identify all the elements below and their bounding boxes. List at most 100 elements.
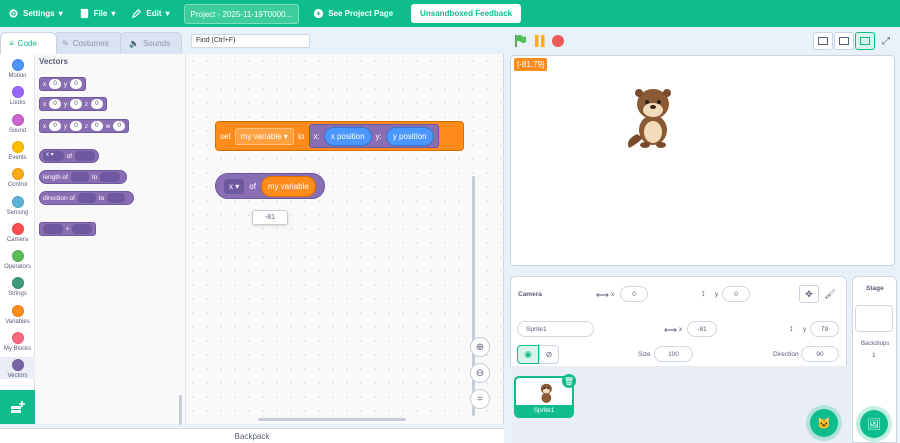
y-position-reporter[interactable]: y position (385, 126, 434, 146)
y-input[interactable]: 0 (70, 79, 82, 89)
backpack-bar[interactable]: Backpack (0, 428, 504, 443)
vertical-arrow-icon: ↕ (701, 288, 706, 298)
vector-slot[interactable] (107, 193, 126, 203)
category-sensing[interactable]: Sensing (0, 194, 35, 216)
x-input[interactable]: 0 (49, 121, 61, 131)
script-area[interactable] (186, 54, 504, 424)
category-color-dot (11, 140, 24, 153)
move-arrows-icon: ✥ (805, 288, 813, 299)
direction-input[interactable]: 90 (801, 346, 839, 362)
category-variables[interactable]: Variables (0, 303, 35, 325)
vector-slot[interactable] (100, 172, 121, 182)
hide-sprite-button[interactable]: ⊘ (539, 345, 559, 364)
pause-icon[interactable] (533, 34, 547, 48)
stop-icon[interactable] (551, 34, 565, 48)
variable-dropdown[interactable]: my variable ▾ (234, 127, 294, 145)
length-of-block[interactable]: length of to (39, 170, 127, 184)
vector2-block[interactable]: x0 y0 (39, 77, 86, 91)
camera-x-input[interactable]: 0 (620, 286, 648, 302)
y-input[interactable]: 0 (70, 99, 82, 109)
category-motion[interactable]: Motion (0, 57, 35, 79)
edit-menu[interactable]: Edit ▾ (123, 0, 177, 27)
size-input[interactable]: 100 (654, 346, 693, 362)
category-label: Camera (6, 236, 29, 243)
category-label: Vectors (7, 373, 28, 380)
x-input[interactable]: 0 (49, 99, 61, 109)
y-input[interactable]: 0 (70, 121, 82, 131)
component-dropdown[interactable]: x ▾ (224, 178, 245, 194)
sprite-name-input[interactable]: Sprite1 (517, 321, 594, 337)
fullscreen-button[interactable]: ⤢ (876, 32, 896, 50)
category-operators[interactable]: Operators (0, 248, 35, 270)
feedback-button[interactable]: Unsandboxed Feedback (411, 4, 522, 23)
large-stage-button[interactable] (855, 32, 875, 50)
category-events[interactable]: Events (0, 139, 35, 161)
green-flag-icon[interactable] (513, 34, 527, 48)
vertical-arrow-icon: ↕ (789, 323, 794, 333)
normal-stage-button[interactable] (834, 32, 854, 50)
fullscreen-icon: ⤢ (882, 35, 890, 47)
camera-move-button[interactable]: ✥ (799, 285, 819, 303)
category-looks[interactable]: Looks (0, 84, 35, 106)
script-scrollbar-horizontal[interactable] (258, 418, 406, 421)
stage-thumbnail[interactable] (855, 305, 893, 332)
vector-slot[interactable] (43, 224, 63, 234)
vector-slot[interactable] (74, 151, 95, 161)
x-position-reporter[interactable]: x position (323, 126, 372, 146)
choose-sprite-button[interactable]: 🐱 (810, 409, 838, 437)
category-color-dot (11, 113, 24, 126)
sprite-y-input[interactable]: 79 (810, 321, 839, 337)
palette-scrollbar[interactable] (179, 395, 182, 425)
category-control[interactable]: Control (0, 166, 35, 188)
tab-code[interactable]: ≡ Code (0, 32, 57, 54)
choose-backdrop-button[interactable]: 🖼 (860, 410, 888, 438)
component-of-reporter[interactable]: x ▾ of my variable (215, 173, 325, 199)
see-project-page-button[interactable]: See Project Page (305, 0, 401, 27)
camera-y-input[interactable]: 0 (722, 286, 750, 302)
category-vectors[interactable]: Vectors (0, 357, 35, 380)
project-title-input[interactable]: Project - 2025-11-19T0000... (183, 3, 300, 24)
z-input[interactable]: 0 (91, 99, 103, 109)
zoom-in-button[interactable]: ⊕ (470, 337, 490, 357)
tab-sounds[interactable]: 🔈 Sounds (120, 32, 182, 54)
vector2-reporter[interactable]: x: x position y: y position (308, 124, 439, 148)
delete-sprite-button[interactable]: 🗑 (562, 374, 576, 388)
category-label: My Blocks (3, 346, 32, 352)
backdrops-count: 1 (872, 352, 876, 359)
vector-add-block[interactable]: + (39, 222, 96, 236)
component-dropdown[interactable]: x ▾ (43, 151, 64, 161)
x-input[interactable]: 0 (49, 79, 61, 89)
zoom-reset-button[interactable]: = (470, 389, 490, 409)
category-strings[interactable]: Strings (0, 275, 35, 297)
direction-of-block[interactable]: direction of to (39, 191, 134, 205)
component-of-block[interactable]: x ▾ of (39, 149, 99, 163)
vector-slot[interactable] (77, 193, 96, 203)
category-camera[interactable]: Camera (0, 221, 35, 243)
vector-slot[interactable] (70, 172, 89, 182)
vector-slot[interactable] (72, 224, 92, 234)
stage-canvas[interactable] (510, 55, 895, 266)
sprite-x-input[interactable]: -81 (687, 321, 717, 337)
category-sound[interactable]: Sound (0, 112, 35, 134)
equals-icon: = (477, 393, 483, 405)
find-input[interactable]: Find (Ctrl+F) (191, 34, 310, 48)
otter-sprite[interactable] (623, 82, 681, 150)
settings-menu[interactable]: Settings ▾ (0, 0, 71, 27)
category-label: Sensing (6, 209, 29, 216)
w-input[interactable]: 0 (113, 121, 125, 131)
show-sprite-button[interactable]: ◉ (517, 345, 539, 364)
small-stage-button[interactable] (813, 32, 833, 50)
tab-costumes[interactable]: ✎ Costumes (53, 32, 123, 54)
zoom-out-button[interactable]: ⊖ (470, 363, 490, 383)
set-variable-block[interactable]: set my variable ▾ to x: x position y: y … (215, 121, 464, 151)
otter-thumbnail-icon (540, 383, 552, 403)
camera-label: Camera (518, 291, 542, 298)
file-menu[interactable]: File ▾ (71, 0, 124, 27)
z-input[interactable]: 0 (91, 121, 103, 131)
vector3-block[interactable]: x0 y0 z0 (39, 97, 107, 111)
camera-tool-button[interactable]: 🖌 (820, 285, 840, 303)
vector4-block[interactable]: x0 y0 z0 w0 (39, 119, 129, 133)
category-my-blocks[interactable]: My Blocks (0, 330, 35, 352)
my-variable-reporter[interactable]: my variable (260, 175, 316, 197)
add-extension-button[interactable] (0, 390, 35, 424)
